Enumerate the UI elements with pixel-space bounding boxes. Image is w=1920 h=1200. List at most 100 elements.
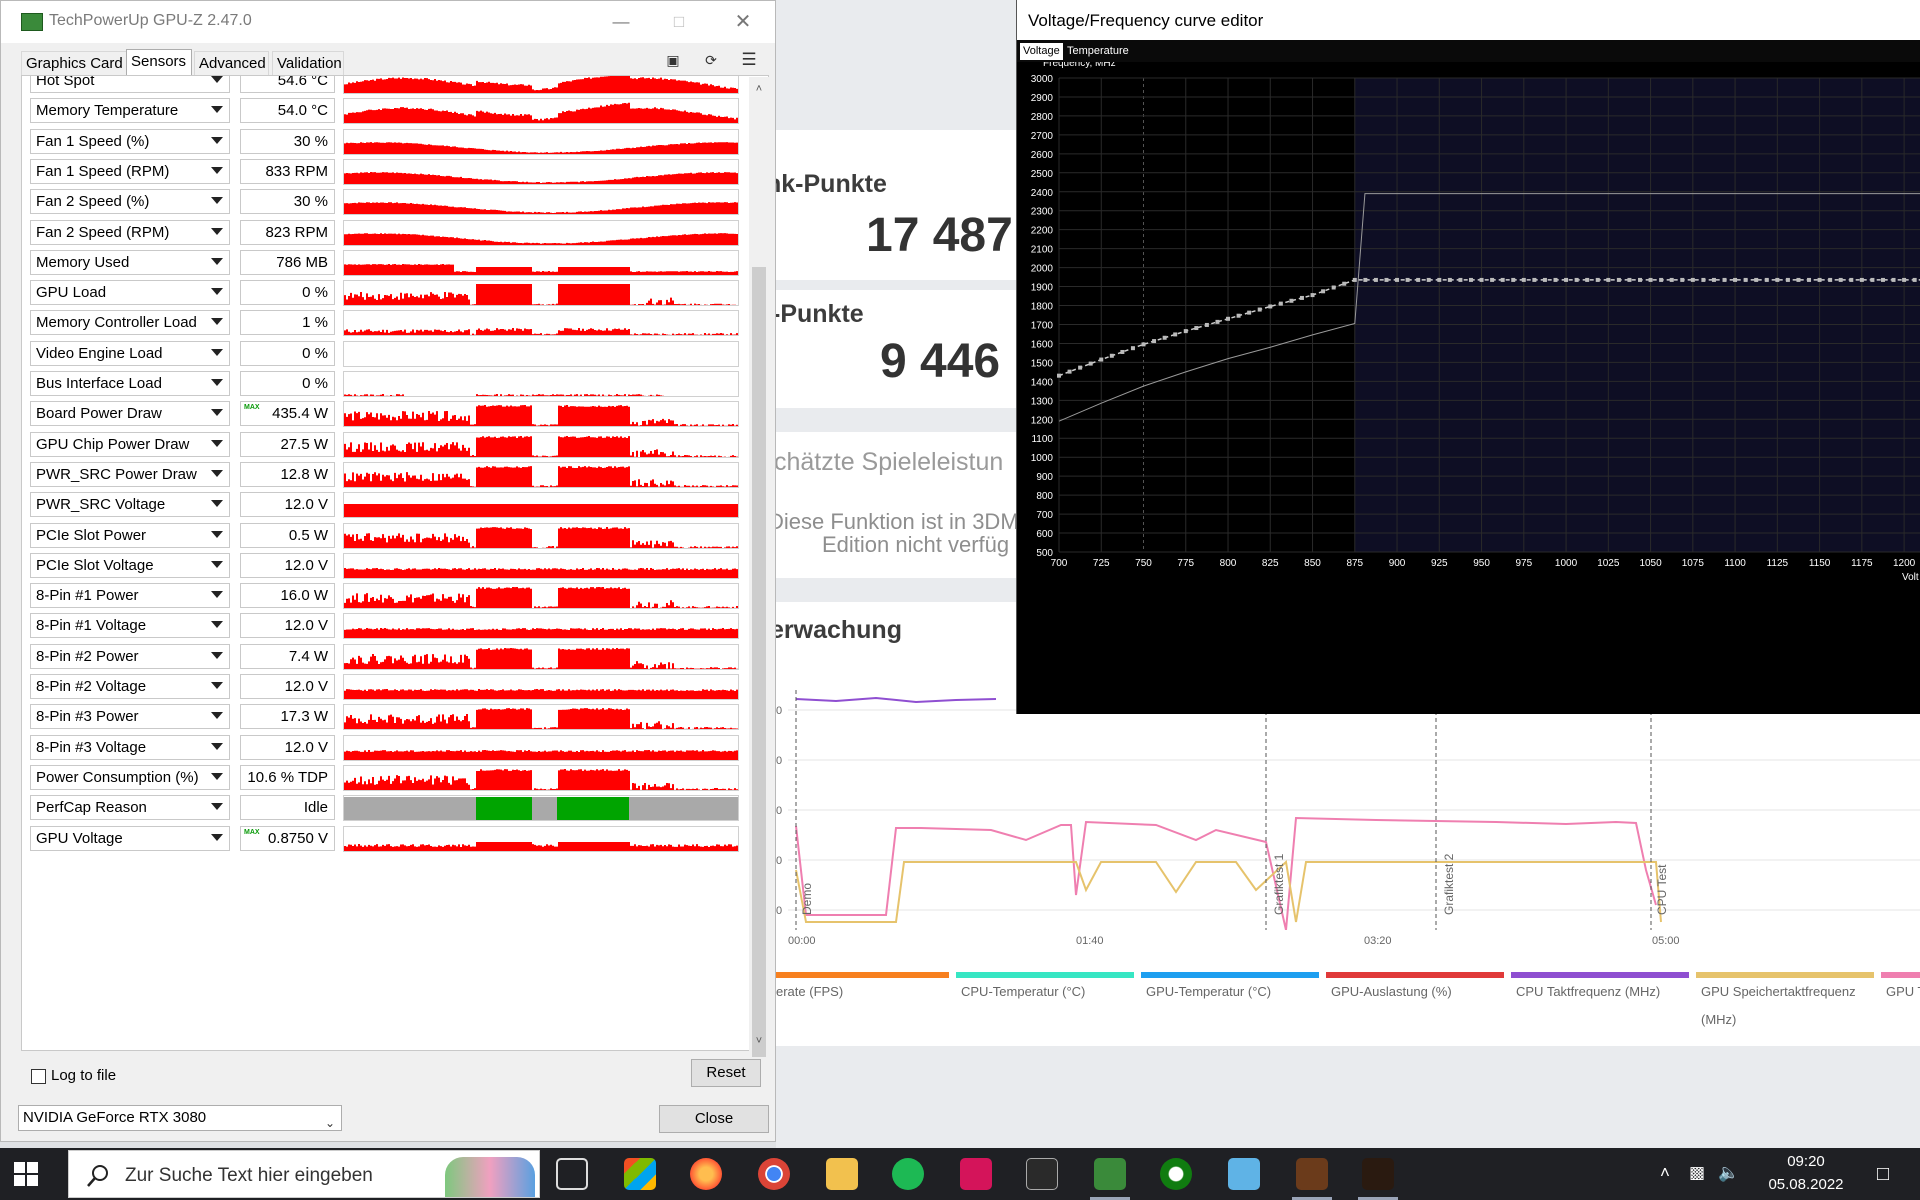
sensor-name[interactable]: Fan 2 Speed (RPM) — [30, 219, 230, 245]
tab-voltage[interactable]: Voltage — [1020, 43, 1063, 60]
dropdown-arrow-icon[interactable] — [211, 348, 223, 356]
dropdown-arrow-icon[interactable] — [211, 257, 223, 265]
microsoft-store-icon[interactable] — [624, 1158, 656, 1190]
task-view-icon[interactable] — [556, 1158, 588, 1190]
sensor-name[interactable]: 8-Pin #3 Voltage — [30, 734, 230, 760]
sensor-name[interactable]: GPU Chip Power Draw — [30, 431, 230, 457]
maximize-button[interactable]: □ — [656, 5, 702, 39]
dropdown-arrow-icon[interactable] — [211, 409, 223, 417]
dropdown-arrow-icon[interactable] — [211, 560, 223, 568]
sensor-name[interactable]: PCIe Slot Power — [30, 522, 230, 548]
dropdown-arrow-icon[interactable] — [211, 227, 223, 235]
sensor-name[interactable]: 8-Pin #3 Power — [30, 704, 230, 730]
windows-start-button[interactable] — [14, 1162, 38, 1186]
msi-afterburner-icon[interactable] — [1362, 1158, 1394, 1190]
scroll-down-icon[interactable]: ˅ — [753, 1035, 765, 1047]
dropdown-arrow-icon[interactable] — [211, 500, 223, 508]
file-explorer-icon[interactable] — [826, 1158, 858, 1190]
sensor-scrollbar[interactable]: ˄ ˅ — [749, 77, 769, 1057]
sensor-name[interactable]: PWR_SRC Voltage — [30, 492, 230, 518]
dropdown-arrow-icon[interactable] — [211, 76, 223, 83]
game-launcher-icon[interactable] — [1296, 1158, 1328, 1190]
firefox-icon[interactable] — [690, 1158, 722, 1190]
sensor-name[interactable]: GPU Voltage — [30, 825, 230, 851]
dropdown-arrow-icon[interactable] — [211, 288, 223, 296]
sensor-name[interactable]: Fan 1 Speed (RPM) — [30, 158, 230, 184]
sensor-name[interactable]: Video Engine Load — [30, 340, 230, 366]
legend-item[interactable]: erate (FPS) — [776, 978, 948, 1006]
close-window-button[interactable]: ✕ — [720, 5, 766, 39]
dropdown-arrow-icon[interactable] — [211, 379, 223, 386]
notepad-icon[interactable] — [1228, 1158, 1260, 1190]
dropdown-arrow-icon[interactable] — [211, 318, 223, 326]
dropdown-arrow-icon[interactable] — [211, 106, 223, 114]
legend-item[interactable]: CPU-Temperatur (°C) — [961, 978, 1133, 1006]
dropdown-arrow-icon[interactable] — [211, 166, 223, 174]
sensor-name[interactable]: GPU Load — [30, 280, 230, 306]
sensor-name[interactable]: 8-Pin #1 Power — [30, 583, 230, 609]
dropdown-arrow-icon[interactable] — [211, 682, 223, 689]
menu-icon[interactable]: ☰ — [739, 50, 759, 70]
volume-icon[interactable]: 🔈 — [1718, 1163, 1740, 1183]
minimize-button[interactable]: — — [598, 5, 644, 39]
sensor-name[interactable]: PCIe Slot Voltage — [30, 552, 230, 578]
log-to-file-checkbox[interactable] — [31, 1069, 46, 1084]
xbox-icon[interactable] — [1160, 1158, 1192, 1190]
chrome-icon[interactable] — [758, 1158, 790, 1190]
sensor-name[interactable]: Memory Controller Load — [30, 310, 230, 336]
legend-item[interactable]: GPU-Temperatur (°C) — [1146, 978, 1318, 1006]
scroll-up-icon[interactable]: ˄ — [753, 83, 765, 95]
dropdown-arrow-icon[interactable] — [211, 803, 223, 811]
spotify-icon[interactable] — [892, 1158, 924, 1190]
sensor-name[interactable]: PerfCap Reason — [30, 795, 230, 821]
reset-button[interactable]: Reset — [691, 1059, 761, 1087]
sensor-name[interactable]: Fan 2 Speed (%) — [30, 189, 230, 215]
epic-games-icon[interactable] — [1026, 1158, 1058, 1190]
sensor-name[interactable]: Board Power Draw — [30, 401, 230, 427]
legend-item[interactable]: CPU Taktfrequenz (MHz) — [1516, 978, 1688, 1006]
sensor-name[interactable]: Fan 1 Speed (%) — [30, 128, 230, 154]
notifications-icon[interactable]: □ — [1872, 1163, 1894, 1186]
sensor-name[interactable]: PWR_SRC Power Draw — [30, 461, 230, 487]
tab-advanced[interactable]: Advanced — [194, 51, 269, 75]
gpu-select[interactable]: NVIDIA GeForce RTX 3080 ⌄ — [18, 1105, 342, 1131]
clock-time[interactable]: 09:20 — [1766, 1153, 1846, 1170]
dropdown-arrow-icon[interactable] — [211, 833, 223, 841]
vf-titlebar[interactable]: Voltage/Frequency curve editor — [1017, 0, 1920, 40]
dropdown-arrow-icon[interactable] — [211, 197, 223, 205]
sensor-name[interactable]: Power Consumption (%) — [30, 764, 230, 790]
close-button[interactable]: Close — [659, 1105, 769, 1133]
gpuz-taskbar-icon[interactable] — [1094, 1158, 1126, 1190]
dropdown-arrow-icon[interactable] — [211, 621, 223, 629]
legend-item[interactable]: GPU Speichertaktfrequenz (MHz) — [1701, 978, 1873, 1034]
network-icon[interactable]: ▩ — [1686, 1163, 1708, 1183]
refresh-icon[interactable]: ⟳ — [701, 50, 721, 70]
dropdown-arrow-icon[interactable] — [211, 439, 223, 447]
dropdown-arrow-icon[interactable] — [211, 469, 223, 477]
forza-icon[interactable] — [960, 1158, 992, 1190]
dropdown-arrow-icon[interactable] — [211, 651, 223, 659]
camera-icon[interactable]: ▣ — [663, 50, 683, 70]
tab-temperature[interactable]: Temperature — [1064, 43, 1132, 60]
vf-curve-chart[interactable]: 700 725 750 775 800 825 850 875 900 925 950 975 1000… — [1017, 62, 1920, 712]
clock-date[interactable]: 05.08.2022 — [1752, 1176, 1860, 1193]
dropdown-arrow-icon[interactable] — [211, 772, 223, 780]
dropdown-arrow-icon[interactable] — [211, 591, 223, 599]
sensor-name[interactable]: 8-Pin #2 Voltage — [30, 674, 230, 699]
sensor-name[interactable]: Hot Spot — [30, 76, 230, 93]
gpuz-titlebar[interactable]: TechPowerUp GPU-Z 2.47.0 — □ ✕ — [1, 1, 775, 43]
tab-graphics-card[interactable]: Graphics Card — [21, 51, 127, 75]
taskbar-search-box[interactable]: Zur Suche Text hier eingeben — [68, 1150, 540, 1198]
dropdown-arrow-icon[interactable] — [211, 742, 223, 750]
sensor-name[interactable]: Memory Temperature — [30, 98, 230, 124]
legend-item[interactable]: GPU Taktf — [1886, 978, 1920, 1006]
sensor-name[interactable]: Bus Interface Load — [30, 371, 230, 396]
scroll-thumb[interactable] — [752, 267, 766, 1057]
sensor-name[interactable]: 8-Pin #2 Power — [30, 643, 230, 669]
dropdown-arrow-icon[interactable] — [211, 530, 223, 538]
sensor-name[interactable]: 8-Pin #1 Voltage — [30, 613, 230, 639]
tab-validation[interactable]: Validation — [272, 51, 344, 75]
chevron-up-icon[interactable]: ˄ — [1654, 1163, 1676, 1183]
legend-item[interactable]: GPU-Auslastung (%) — [1331, 978, 1503, 1006]
sensor-name[interactable]: Memory Used — [30, 249, 230, 275]
